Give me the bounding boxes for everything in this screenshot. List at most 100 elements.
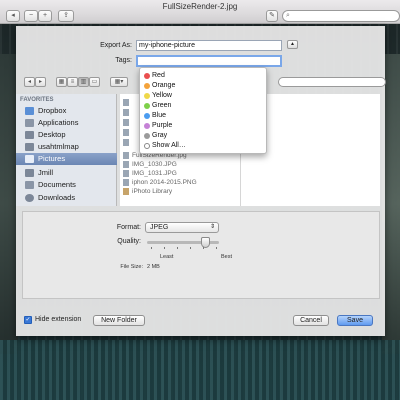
zoom-out-icon[interactable]: − <box>24 10 38 22</box>
sidebar-item-label: Applications <box>38 118 79 127</box>
checkbox-checked-icon: ✓ <box>24 316 32 324</box>
tag-label: Blue <box>152 112 167 119</box>
forward-nav-icon[interactable]: ▸ <box>35 77 46 87</box>
expand-dialog-button[interactable]: ▲ <box>287 40 298 49</box>
least-label: Least <box>160 254 174 260</box>
file-row[interactable]: IMG_1030.JPG <box>120 160 240 169</box>
file-size-label: File Size: <box>120 264 143 270</box>
downloads-icon <box>25 194 34 202</box>
sidebar-item-usahtmlmap[interactable]: usahtmlmap <box>16 141 117 153</box>
sidebar-item-applications[interactable]: Applications <box>16 117 117 129</box>
file-name: IMG_1030.JPG <box>132 161 177 168</box>
export-as-field[interactable]: my-iphone-picture <box>136 40 282 51</box>
sidebar-item-pictures[interactable]: Pictures <box>16 153 117 165</box>
documents-icon <box>25 181 34 189</box>
tag-label: Red <box>152 72 165 79</box>
tag-blue[interactable]: Blue <box>143 111 263 121</box>
file-size-value: 2 MB <box>147 264 160 270</box>
sidebar-item-jmill[interactable]: Jmill <box>16 167 117 179</box>
sidebar-item-label: usahtmlmap <box>38 142 79 151</box>
icon-view-icon[interactable]: ▦ <box>56 77 67 87</box>
tag-color-dot-icon <box>144 113 150 119</box>
applications-icon <box>25 119 34 127</box>
folder-icon <box>123 99 129 106</box>
sidebar-heading: FAVORITES <box>20 97 54 103</box>
save-button[interactable]: Save <box>337 315 373 326</box>
quality-label: Quality: <box>117 238 141 245</box>
folder-icon <box>123 109 129 116</box>
folder-icon <box>123 139 129 146</box>
sidebar-item-label: Downloads <box>38 193 76 202</box>
sidebar-item-desktop[interactable]: Desktop <box>16 129 117 141</box>
file-name: iPhoto Library <box>132 188 173 195</box>
file-name: iphon 2014-2015.PNG <box>132 179 197 186</box>
new-folder-button[interactable]: New Folder <box>93 315 145 326</box>
sidebar-item-label: Dropbox <box>38 106 67 115</box>
tag-color-dot-icon <box>144 93 150 99</box>
window-titlebar: FullSizeRender-2.jpg ◂ − + ⇪ ✎ ⌕ <box>0 0 400 24</box>
tag-label: Purple <box>152 122 173 129</box>
hide-extension-label: Hide extension <box>35 316 82 323</box>
sidebar-item-label: Pictures <box>38 154 66 163</box>
file-row[interactable]: iphon 2014-2015.PNG <box>120 178 240 187</box>
format-select[interactable]: JPEG ⇕ <box>145 222 219 233</box>
home-icon <box>25 143 34 151</box>
empty-circle-icon <box>144 143 150 149</box>
home-icon <box>25 169 34 177</box>
column-view-icon[interactable]: ▥ <box>78 77 89 87</box>
window-search-field[interactable]: ⌕ <box>282 10 400 22</box>
tag-label: Orange <box>152 82 176 89</box>
list-view-icon[interactable]: ≡ <box>67 77 78 87</box>
quality-slider-knob[interactable] <box>200 237 210 248</box>
zoom-in-icon[interactable]: + <box>38 10 52 22</box>
tag-yellow[interactable]: Yellow <box>143 91 263 101</box>
tags-field[interactable] <box>136 55 282 67</box>
slider-tick <box>190 247 191 249</box>
show-all-tags[interactable]: Show All… <box>143 141 263 151</box>
tag-red[interactable]: Red <box>143 71 263 81</box>
export-options: Format: JPEG ⇕ Quality: Least Best File … <box>22 211 380 299</box>
coverflow-view-icon[interactable]: ▭ <box>89 77 100 87</box>
tag-purple[interactable]: Purple <box>143 121 263 131</box>
slider-tick <box>164 247 165 249</box>
tag-label: Gray <box>152 132 168 139</box>
share-icon[interactable]: ⇪ <box>58 10 74 22</box>
back-icon[interactable]: ◂ <box>6 10 20 22</box>
slider-tick <box>151 247 152 249</box>
slider-tick <box>216 247 217 249</box>
format-value: JPEG <box>150 224 169 231</box>
sidebar-item-label: Jmill <box>38 168 53 177</box>
tag-color-dot-icon <box>144 103 150 109</box>
back-nav-icon[interactable]: ◂ <box>24 77 35 87</box>
sidebar: FAVORITES Dropbox Applications Desktop u… <box>16 94 117 206</box>
sidebar-item-downloads[interactable]: Downloads <box>16 192 117 204</box>
cancel-button[interactable]: Cancel <box>293 315 329 326</box>
tag-gray[interactable]: Gray <box>143 131 263 141</box>
tag-orange[interactable]: Orange <box>143 81 263 91</box>
slider-tick <box>177 247 178 249</box>
hide-extension-checkbox[interactable]: ✓ Hide extension <box>24 315 104 325</box>
sidebar-item-label: Desktop <box>38 130 66 139</box>
sidebar-item-documents[interactable]: Documents <box>16 179 117 191</box>
file-name: IMG_1031.JPG <box>132 170 177 177</box>
tag-label: Green <box>152 102 172 109</box>
sidebar-item-dropbox[interactable]: Dropbox <box>16 105 117 117</box>
tag-color-dot-icon <box>144 123 150 129</box>
image-file-icon <box>123 170 129 177</box>
sidebar-item-label: Documents <box>38 180 76 189</box>
browser-search-field[interactable] <box>278 77 386 87</box>
arrange-menu-icon[interactable]: ▦▾ <box>110 77 128 87</box>
tag-label: Yellow <box>152 92 172 99</box>
tag-color-dot-icon <box>144 83 150 89</box>
edit-icon[interactable]: ✎ <box>266 10 278 22</box>
photo-library-icon <box>123 188 129 195</box>
tag-green[interactable]: Green <box>143 101 263 111</box>
folder-icon <box>123 129 129 136</box>
tag-label: Show All… <box>152 142 186 149</box>
format-label: Format: <box>116 224 141 231</box>
file-row[interactable]: IMG_1031.JPG <box>120 169 240 178</box>
desktop-icon <box>25 131 34 139</box>
dropbox-icon <box>25 107 34 115</box>
image-file-icon <box>123 152 129 159</box>
file-row[interactable]: iPhoto Library <box>120 187 240 196</box>
